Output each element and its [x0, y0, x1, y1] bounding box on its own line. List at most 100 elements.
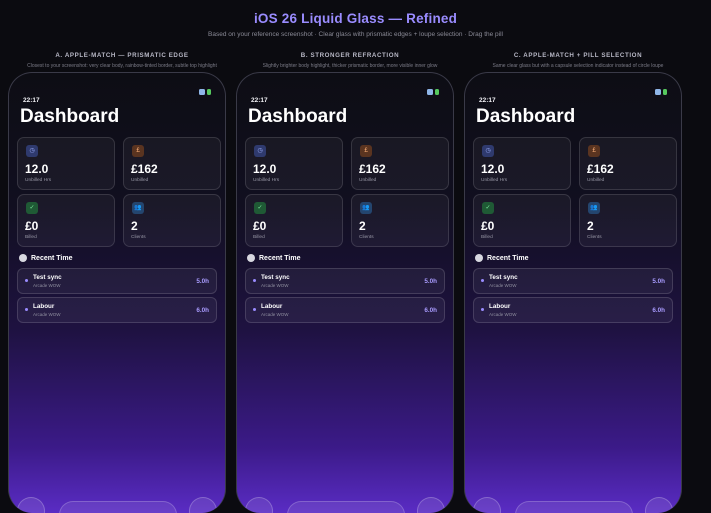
stat-value: 12.0 [481, 162, 505, 176]
stat-card[interactable]: ✓ £0 Billed [245, 194, 343, 247]
pound-icon: £ [132, 145, 144, 157]
stat-card[interactable]: £ £162 Unbilled [579, 137, 677, 190]
time-entry-row[interactable]: Labour Arcade WOW 6.0h [473, 297, 673, 323]
time-entry-row[interactable]: Labour Arcade WOW 6.0h [17, 297, 217, 323]
stat-label: Unbilled [359, 178, 377, 183]
status-time: 22:17 [23, 97, 40, 104]
entry-client: Arcade WOW [261, 312, 289, 317]
tab-button-right[interactable] [645, 497, 673, 513]
clock-icon: ◷ [26, 145, 38, 157]
glass-tab-bar[interactable] [515, 501, 633, 513]
status-bar: 22:17 [23, 89, 211, 104]
phone-frame: 22:17 Dashboard ◷ 12.0 Unbilled Hrs £ £1… [8, 72, 226, 513]
stat-card[interactable]: 👥 2 Clients [123, 194, 221, 247]
battery-icon [663, 89, 667, 95]
page-subtitle: Based on your reference screenshot · Cle… [208, 31, 503, 38]
recent-time-header: Recent Time [475, 254, 529, 262]
stat-label: Clients [587, 235, 602, 240]
entry-client: Arcade WOW [489, 312, 517, 317]
entry-dot-icon [481, 308, 484, 311]
clock-icon [475, 254, 483, 262]
stat-value: £0 [253, 219, 267, 233]
stat-value: 2 [131, 219, 138, 233]
stat-label: Clients [359, 235, 374, 240]
entry-title: Test sync [261, 274, 290, 281]
entry-title: Test sync [489, 274, 518, 281]
stat-card[interactable]: 👥 2 Clients [351, 194, 449, 247]
variant-column: C. APPLE-MATCH + PILL SELECTION Same cle… [464, 52, 692, 513]
stat-card[interactable]: ✓ £0 Billed [17, 194, 115, 247]
tab-button-left[interactable] [245, 497, 273, 513]
tab-button-left[interactable] [473, 497, 501, 513]
entry-title: Labour [489, 303, 511, 310]
entry-client: Arcade WOW [261, 283, 289, 288]
status-time: 22:17 [479, 97, 496, 104]
entry-hours: 5.0h [424, 278, 437, 285]
glass-tab-bar[interactable] [59, 501, 177, 513]
time-entry-row[interactable]: Test sync Arcade WOW 5.0h [473, 268, 673, 294]
variant-description: Slightly brighter body highlight, thicke… [262, 63, 438, 69]
check-icon: ✓ [482, 202, 494, 214]
stat-card[interactable]: ◷ 12.0 Unbilled Hrs [473, 137, 571, 190]
entry-title: Test sync [33, 274, 62, 281]
stat-card[interactable]: ◷ 12.0 Unbilled Hrs [17, 137, 115, 190]
time-entry-row[interactable]: Test sync Arcade WOW 5.0h [17, 268, 217, 294]
entry-client: Arcade WOW [33, 312, 61, 317]
entry-client: Arcade WOW [33, 283, 61, 288]
stat-card[interactable]: ✓ £0 Billed [473, 194, 571, 247]
stat-card[interactable]: 👥 2 Clients [579, 194, 677, 247]
variant-description: Closest to your screenshot: very clear b… [27, 63, 217, 69]
stat-value: £0 [25, 219, 39, 233]
phone-frame: 22:17 Dashboard ◷ 12.0 Unbilled Hrs £ £1… [236, 72, 454, 513]
entry-client: Arcade WOW [489, 283, 517, 288]
entry-hours: 6.0h [424, 307, 437, 314]
tab-button-right[interactable] [417, 497, 445, 513]
time-entry-row[interactable]: Labour Arcade WOW 6.0h [245, 297, 445, 323]
variant-description: Same clear glass but with a capsule sele… [492, 63, 664, 69]
page-title: iOS 26 Liquid Glass — Refined [253, 11, 458, 26]
stat-label: Billed [253, 235, 265, 240]
recent-time-header: Recent Time [247, 254, 301, 262]
variant-heading: C. APPLE-MATCH + PILL SELECTION [513, 52, 643, 59]
tab-button-left[interactable] [17, 497, 45, 513]
recent-time-title: Recent Time [259, 254, 301, 262]
status-bar: 22:17 [251, 89, 439, 104]
glass-tab-bar[interactable] [287, 501, 405, 513]
clock-icon [247, 254, 255, 262]
wifi-icon [427, 89, 433, 95]
people-icon: 👥 [360, 202, 372, 214]
status-time: 22:17 [251, 97, 268, 104]
stat-value: £162 [359, 162, 386, 176]
stat-value: £0 [481, 219, 495, 233]
stat-value: £162 [131, 162, 158, 176]
stat-card[interactable]: £ £162 Unbilled [123, 137, 221, 190]
entry-hours: 6.0h [652, 307, 665, 314]
stat-label: Unbilled [587, 178, 605, 183]
stat-label: Unbilled Hrs [25, 178, 52, 183]
wifi-icon [199, 89, 205, 95]
recent-time-title: Recent Time [487, 254, 529, 262]
variant-column: A. APPLE-MATCH — PRISMATIC EDGE Closest … [8, 52, 236, 513]
battery-icon [207, 89, 211, 95]
stat-card[interactable]: ◷ 12.0 Unbilled Hrs [245, 137, 343, 190]
stat-label: Clients [131, 235, 146, 240]
people-icon: 👥 [588, 202, 600, 214]
variant-heading: B. STRONGER REFRACTION [300, 52, 400, 59]
stat-value: 2 [359, 219, 366, 233]
phone-frame: 22:17 Dashboard ◷ 12.0 Unbilled Hrs £ £1… [464, 72, 682, 513]
entry-dot-icon [25, 308, 28, 311]
variant-column: B. STRONGER REFRACTION Slightly brighter… [236, 52, 464, 513]
entry-title: Labour [33, 303, 55, 310]
entry-dot-icon [481, 279, 484, 282]
tab-button-right[interactable] [189, 497, 217, 513]
people-icon: 👥 [132, 202, 144, 214]
clock-icon [19, 254, 27, 262]
time-entry-row[interactable]: Test sync Arcade WOW 5.0h [245, 268, 445, 294]
stat-label: Unbilled Hrs [253, 178, 280, 183]
wifi-icon [655, 89, 661, 95]
pound-icon: £ [360, 145, 372, 157]
stat-value: £162 [587, 162, 614, 176]
stat-value: 12.0 [25, 162, 49, 176]
stat-card[interactable]: £ £162 Unbilled [351, 137, 449, 190]
dashboard-title: Dashboard [476, 106, 576, 127]
